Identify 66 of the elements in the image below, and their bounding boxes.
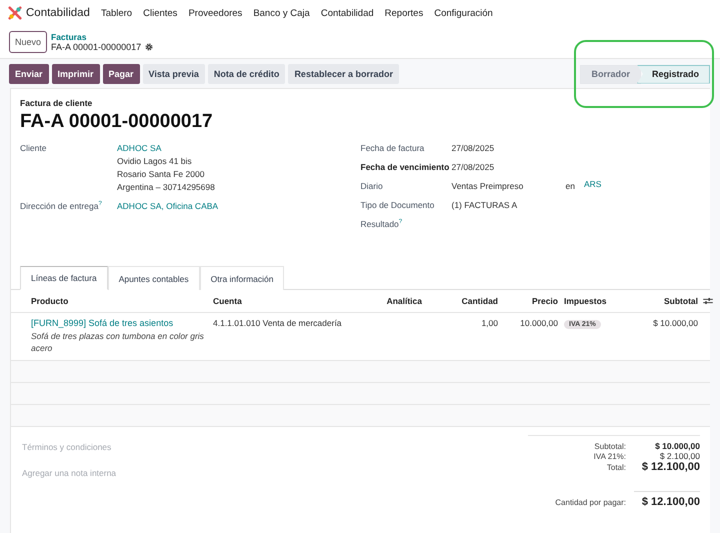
field-value: 27/08/2025 xyxy=(452,143,496,153)
menu-item[interactable]: Tablero xyxy=(100,8,132,18)
invoice-number: FA-A 00001-00000017 xyxy=(20,111,214,133)
table-cell-text: 4.1.1.01.010 Venta de mercadería xyxy=(213,318,343,328)
column-header[interactable]: Cuenta xyxy=(213,296,363,306)
total-value: $ 12.100,00 xyxy=(640,461,700,473)
action-button[interactable]: Vista previa xyxy=(142,64,205,84)
currency-link[interactable]: ARS xyxy=(584,179,602,189)
column-header[interactable]: Impuestos xyxy=(558,296,628,306)
amount-due-value: $ 12.100,00 xyxy=(634,491,700,508)
menu-item[interactable]: Clientes xyxy=(143,8,178,18)
action-button[interactable]: Enviar xyxy=(9,64,49,84)
field-label: Diario xyxy=(360,181,384,191)
field-label: en xyxy=(566,181,575,191)
field-label: Cliente xyxy=(20,143,48,153)
total-label: Subtotal: xyxy=(594,442,626,451)
field-value: Argentina – 30714295698 xyxy=(117,182,215,192)
action-button[interactable]: Nota de crédito xyxy=(208,64,286,84)
field-label: Fecha de vencimiento xyxy=(360,162,450,172)
field-value: Rosario Santa Fe 2000 xyxy=(117,169,206,179)
field-link[interactable]: ADHOC SA, Oficina CABA xyxy=(117,201,218,211)
table-cell-text: $ 10.000,00 xyxy=(652,318,698,328)
column-header[interactable]: Cantidad xyxy=(422,296,498,306)
action-button[interactable]: Restablecer a borrador xyxy=(288,64,399,84)
column-header[interactable]: Subtotal xyxy=(628,296,698,306)
field-value: Ventas Preimpreso xyxy=(452,181,524,191)
column-header[interactable]: Precio xyxy=(498,296,558,306)
status-step[interactable]: Registrado xyxy=(636,64,710,84)
menu-item[interactable]: Contabilidad xyxy=(320,8,374,18)
menu-item[interactable]: Banco y Caja xyxy=(253,8,310,18)
menu-item[interactable]: Configuración xyxy=(434,8,493,18)
amount-due-label: Cantidad por pagar: xyxy=(555,498,626,507)
total-value: $ 10.000,00 xyxy=(654,441,700,451)
breadcrumb-link[interactable]: Facturas xyxy=(51,32,154,42)
field-label: Resultado$^{?}$ xyxy=(360,219,404,229)
field-label: Tipo de Documento xyxy=(360,200,436,210)
status-step[interactable]: Borrador xyxy=(580,64,641,84)
action-button[interactable]: Pagar xyxy=(102,64,140,84)
menu-item[interactable]: Proveedores xyxy=(188,8,242,18)
new-button[interactable]: Nuevo xyxy=(9,31,48,53)
table-cell-text: 1,00 xyxy=(480,318,498,328)
field-label: Dirección de entrega$^{?}$ xyxy=(20,201,103,211)
tab[interactable]: Líneas de factura xyxy=(20,266,108,290)
app-logo-icon[interactable] xyxy=(8,6,22,20)
total-value: $ 2.100,00 xyxy=(658,451,700,461)
field-label: Fecha de factura xyxy=(360,143,426,153)
tab[interactable]: Otra información xyxy=(200,266,284,290)
product-description: Sofá de tres plazas con tumbona en color gris acero xyxy=(31,330,205,355)
document-type: Factura de cliente xyxy=(20,98,94,108)
tab[interactable]: Apuntes contables xyxy=(108,266,200,290)
gear-icon[interactable] xyxy=(145,43,154,51)
field-link[interactable]: ADHOC SA xyxy=(117,143,215,153)
action-button[interactable]: Imprimir xyxy=(52,64,100,84)
column-header[interactable]: Analítica xyxy=(363,296,422,306)
field-value: (1) FACTURAS A xyxy=(452,200,518,210)
record-name: FA-A 00001-00000017 xyxy=(51,42,142,52)
field-value: Ovidio Lagos 41 bis xyxy=(117,156,193,166)
column-header[interactable]: Producto xyxy=(31,296,213,306)
total-label: IVA 21%: xyxy=(594,452,626,461)
product-link[interactable]: [FURN_8999] Sofá de tres asientos xyxy=(31,318,213,328)
app-name[interactable]: Contabilidad xyxy=(26,7,90,19)
column-settings-icon[interactable] xyxy=(703,297,713,305)
field-value: 27/08/2025 xyxy=(452,162,496,172)
total-label: Total: xyxy=(606,463,626,472)
menu-item[interactable]: Reportes xyxy=(384,8,424,18)
table-cell-text: 10.000,00 xyxy=(519,318,558,328)
